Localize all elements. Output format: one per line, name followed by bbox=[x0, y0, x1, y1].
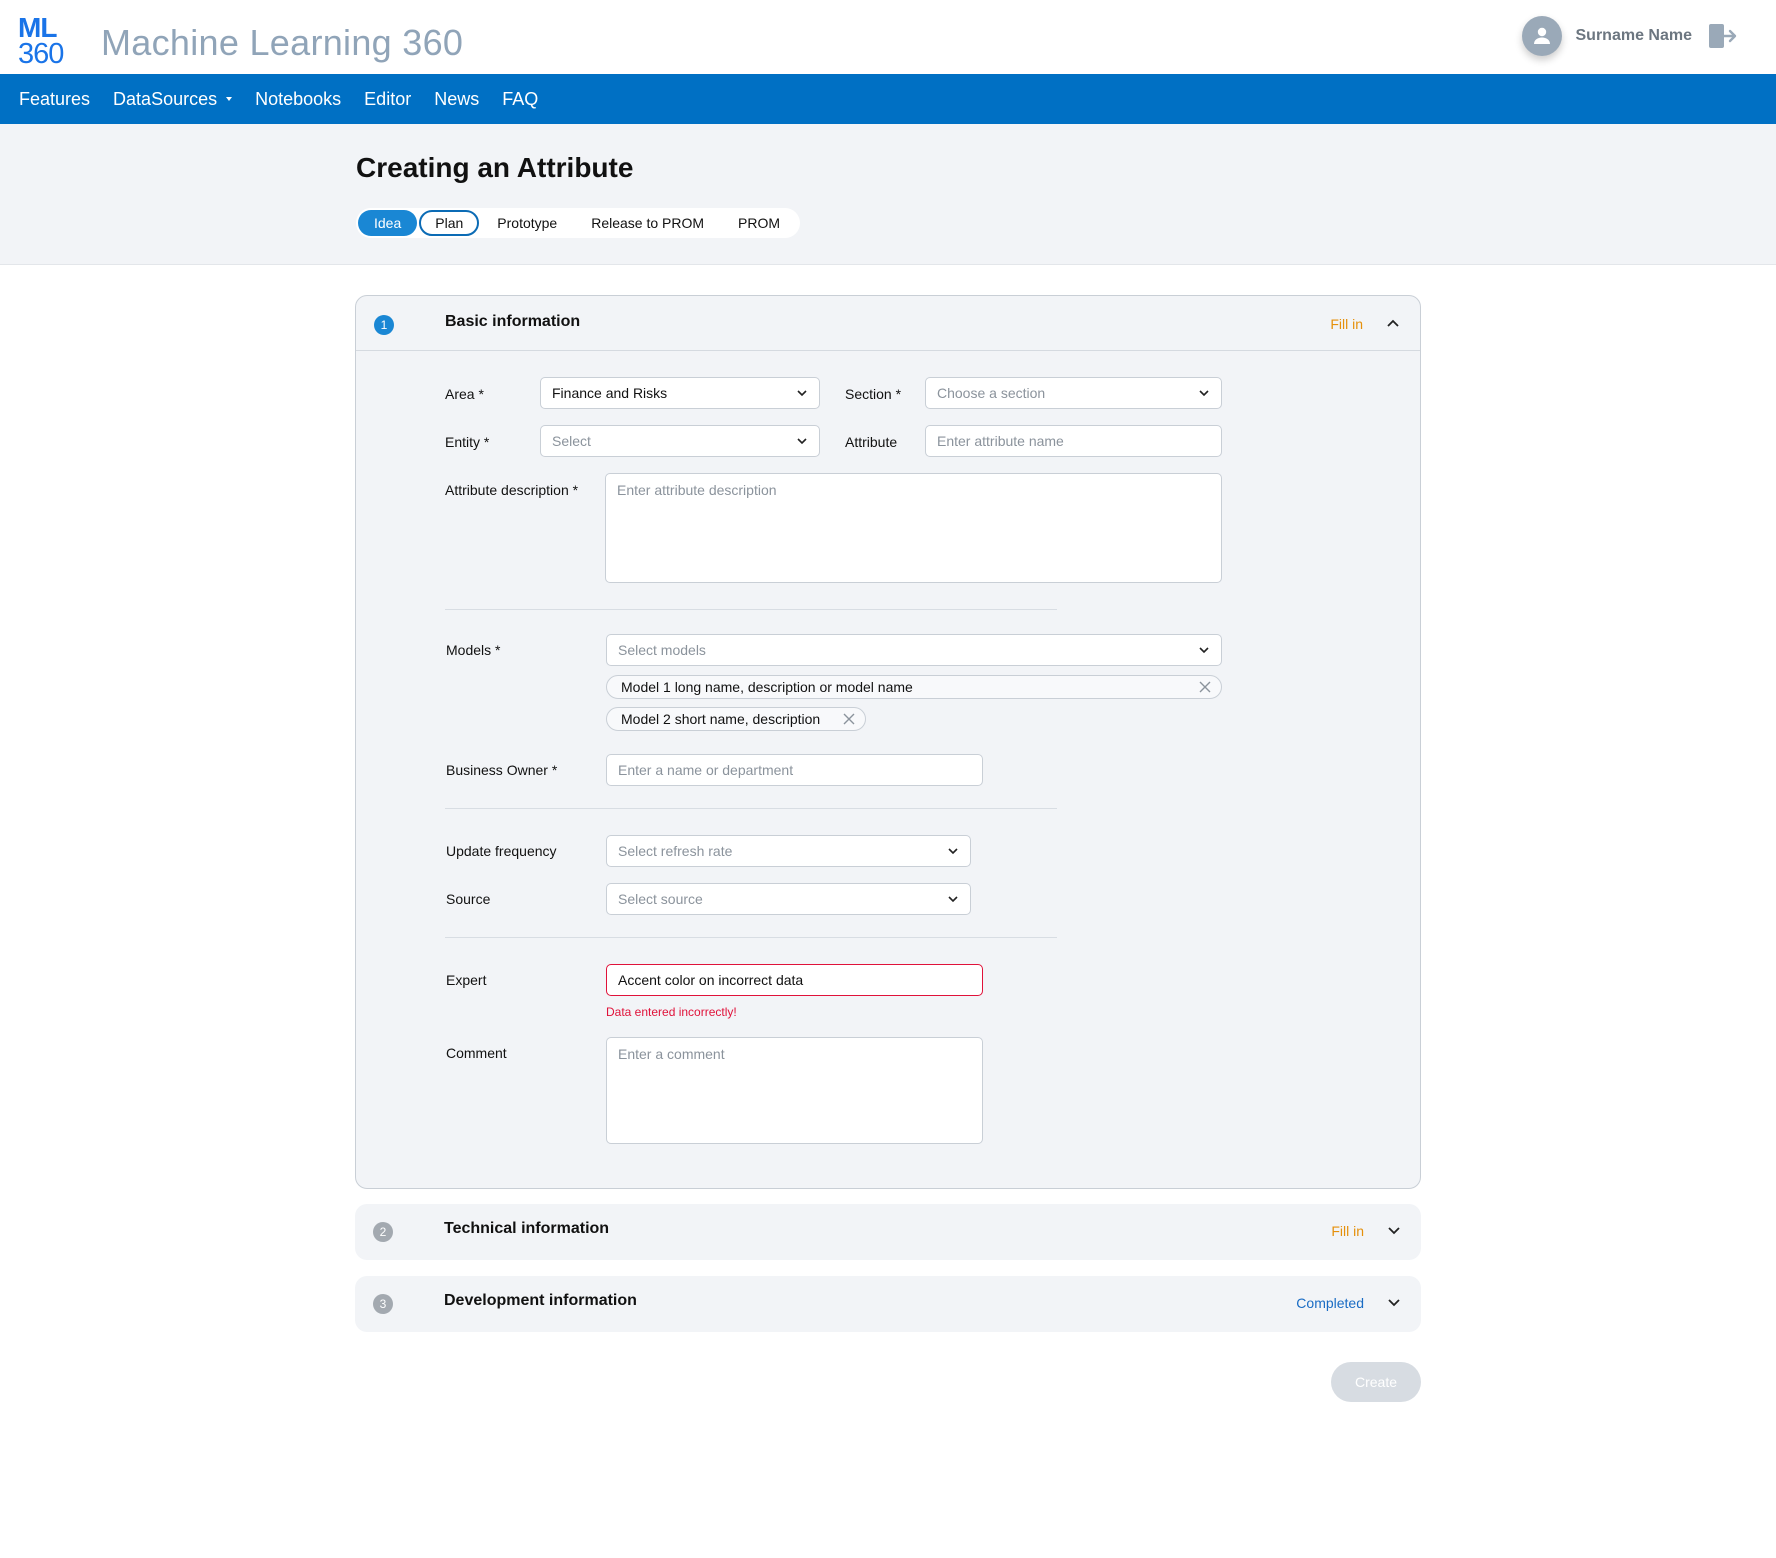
technical-information-header[interactable]: 2 Technical information Fill in bbox=[355, 1204, 1421, 1260]
chevron-up-icon[interactable] bbox=[1386, 316, 1400, 330]
model-chip: Model 2 short name, description bbox=[606, 707, 866, 731]
divider bbox=[445, 808, 1057, 809]
nav-news[interactable]: News bbox=[434, 89, 479, 110]
stage-prom[interactable]: PROM bbox=[722, 210, 796, 236]
expert-input[interactable]: Accent color on incorrect data bbox=[606, 964, 983, 996]
step-number: 3 bbox=[373, 1294, 393, 1314]
update-frequency-label: Update frequency bbox=[446, 843, 557, 859]
model-chip: Model 1 long name, description or model … bbox=[606, 675, 1222, 699]
step-number: 2 bbox=[373, 1222, 393, 1242]
source-label: Source bbox=[446, 891, 491, 907]
chevron-down-icon bbox=[797, 390, 807, 397]
user-menu[interactable]: Surname Name bbox=[1521, 16, 1739, 56]
description-label: Attribute description * bbox=[445, 482, 579, 498]
comment-textarea[interactable]: Enter a comment bbox=[606, 1037, 983, 1144]
caret-down-icon bbox=[226, 97, 233, 101]
chevron-down-icon[interactable] bbox=[1387, 1296, 1401, 1310]
stage-selector: Idea Plan Prototype Release to PROM PROM bbox=[356, 208, 801, 238]
section-title: Basic information bbox=[445, 313, 581, 330]
source-select[interactable]: Select source bbox=[606, 883, 971, 915]
close-icon[interactable] bbox=[1199, 681, 1211, 693]
chevron-down-icon bbox=[948, 848, 958, 855]
step-number: 1 bbox=[374, 315, 394, 335]
logo-line-2: 360 bbox=[18, 38, 64, 70]
description-textarea[interactable]: Enter attribute description bbox=[605, 473, 1222, 583]
nav-label: DataSources bbox=[113, 88, 218, 109]
user-name: Surname Name bbox=[1575, 27, 1693, 44]
chevron-down-icon bbox=[1199, 647, 1209, 654]
page-title: Creating an Attribute bbox=[356, 152, 634, 183]
app-header: ML 360 Machine Learning 360 Surname Name bbox=[0, 0, 1776, 74]
business-owner-placeholder: Enter a name or department bbox=[618, 762, 794, 778]
business-owner-input[interactable]: Enter a name or department bbox=[606, 754, 983, 786]
section-title: Technical information bbox=[444, 1220, 610, 1237]
nav-label: Editor bbox=[364, 88, 412, 109]
section-status: Fill in bbox=[1330, 316, 1363, 332]
model-chip-label: Model 1 long name, description or model … bbox=[621, 679, 913, 695]
nav-datasources[interactable]: DataSources bbox=[113, 88, 233, 110]
chevron-down-icon bbox=[1199, 390, 1209, 397]
update-frequency-select[interactable]: Select refresh rate bbox=[606, 835, 971, 867]
stage-prototype[interactable]: Prototype bbox=[481, 210, 573, 236]
nav-notebooks[interactable]: Notebooks bbox=[255, 89, 341, 110]
chevron-down-icon bbox=[948, 896, 958, 903]
area-select[interactable]: Finance and Risks bbox=[540, 377, 820, 409]
nav-faq[interactable]: FAQ bbox=[502, 89, 538, 110]
basic-information-header[interactable]: 1 Basic information Fill in bbox=[356, 296, 1420, 351]
divider bbox=[445, 609, 1057, 610]
development-information-header[interactable]: 3 Development information Completed bbox=[355, 1276, 1421, 1332]
close-icon[interactable] bbox=[843, 713, 855, 725]
section-status: Completed bbox=[1296, 1295, 1364, 1311]
entity-label: Entity * bbox=[445, 434, 490, 450]
section-placeholder: Choose a section bbox=[937, 385, 1046, 401]
app-title: Machine Learning 360 bbox=[101, 22, 464, 63]
business-owner-label: Business Owner * bbox=[446, 762, 558, 778]
stage-release-to-prom[interactable]: Release to PROM bbox=[575, 210, 720, 236]
chevron-down-icon bbox=[797, 438, 807, 445]
description-placeholder: Enter attribute description bbox=[617, 482, 777, 498]
nav-label: News bbox=[434, 88, 480, 109]
attribute-placeholder: Enter attribute name bbox=[937, 433, 1064, 449]
nav-label: Features bbox=[19, 88, 91, 109]
models-placeholder: Select models bbox=[618, 642, 706, 658]
nav-label: FAQ bbox=[502, 88, 539, 109]
comment-placeholder: Enter a comment bbox=[618, 1046, 725, 1062]
nav-label: Notebooks bbox=[255, 88, 342, 109]
attribute-label: Attribute bbox=[845, 434, 898, 450]
source-placeholder: Select source bbox=[618, 891, 703, 907]
chevron-down-icon[interactable] bbox=[1387, 1224, 1401, 1238]
logout-icon[interactable] bbox=[1708, 23, 1738, 49]
expert-label: Expert bbox=[446, 972, 487, 988]
update-frequency-placeholder: Select refresh rate bbox=[618, 843, 733, 859]
models-select[interactable]: Select models bbox=[606, 634, 1222, 666]
main-nav: Features DataSources Notebooks Editor Ne… bbox=[0, 74, 1776, 124]
area-value: Finance and Risks bbox=[552, 385, 668, 401]
stage-idea[interactable]: Idea bbox=[358, 210, 418, 236]
section-title: Development information bbox=[444, 1292, 637, 1309]
expert-error-message: Data entered incorrectly! bbox=[606, 1005, 737, 1019]
area-label: Area * bbox=[445, 386, 484, 402]
avatar-icon[interactable] bbox=[1521, 16, 1562, 56]
attribute-input[interactable]: Enter attribute name bbox=[925, 425, 1222, 457]
entity-select[interactable]: Select bbox=[540, 425, 820, 457]
section-select[interactable]: Choose a section bbox=[925, 377, 1222, 409]
stage-plan[interactable]: Plan bbox=[419, 210, 480, 236]
models-label: Models * bbox=[446, 642, 501, 658]
expert-value: Accent color on incorrect data bbox=[618, 972, 804, 988]
section-label: Section * bbox=[845, 386, 902, 402]
basic-information-panel: 1 Basic information Fill in Area * Finan… bbox=[355, 295, 1421, 1189]
create-button[interactable]: Create bbox=[1331, 1362, 1421, 1402]
nav-editor[interactable]: Editor bbox=[364, 89, 411, 110]
comment-label: Comment bbox=[446, 1045, 507, 1061]
nav-features[interactable]: Features bbox=[19, 89, 90, 110]
model-chip-label: Model 2 short name, description bbox=[621, 711, 821, 727]
divider bbox=[445, 937, 1057, 938]
section-status: Fill in bbox=[1331, 1223, 1364, 1239]
page-header: Creating an Attribute Idea Plan Prototyp… bbox=[0, 124, 1776, 265]
app-logo[interactable]: ML 360 bbox=[18, 14, 70, 70]
entity-placeholder: Select bbox=[552, 433, 591, 449]
